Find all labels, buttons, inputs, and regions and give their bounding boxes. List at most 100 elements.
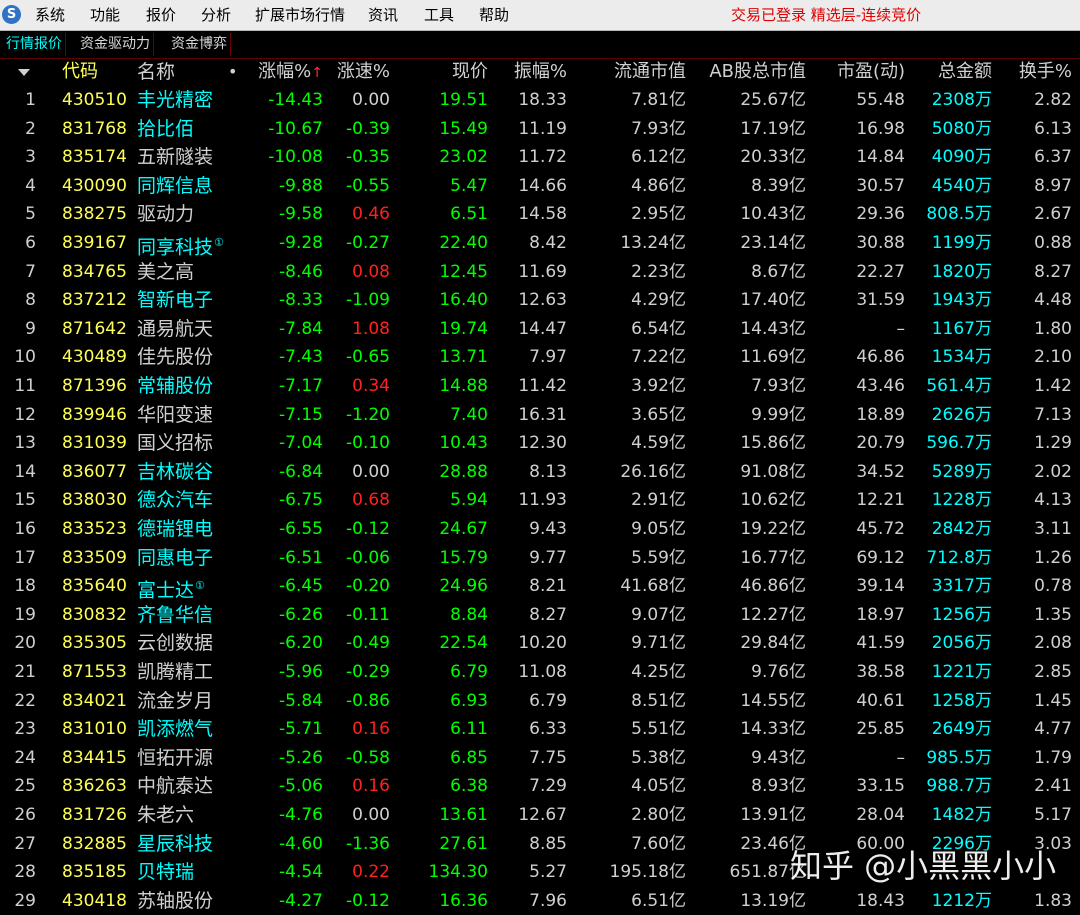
ab-total-market-cap: 46.86亿 xyxy=(740,576,806,597)
menu-tools[interactable]: 工具 xyxy=(424,0,454,30)
stock-name: 同享科技① xyxy=(137,229,247,258)
table-row[interactable]: 12 839946 华阳变速 -7.15 -1.20 7.40 16.31 3.65亿 9.99… xyxy=(0,401,1080,429)
row-index: 28 xyxy=(14,862,36,883)
change-percent: -14.43 xyxy=(268,90,323,110)
table-row[interactable]: 4 430090 同辉信息 -9.88 -0.55 5.47 14.66 4.86亿 8.39亿… xyxy=(0,172,1080,200)
table-row[interactable]: 26 831726 朱老六 -4.76 0.00 13.61 12.67 2.80亿 13.91… xyxy=(0,801,1080,829)
table-row[interactable]: 13 831039 国义招标 -7.04 -0.10 10.43 12.30 4.59亿 15.… xyxy=(0,429,1080,457)
change-percent: -10.67 xyxy=(268,118,323,139)
current-price: 19.74 xyxy=(439,318,488,339)
change-percent: -5.84 xyxy=(279,690,323,711)
sort-menu-icon[interactable] xyxy=(18,69,30,76)
table-row[interactable]: 1 430510 丰光精密 -14.43 0.00 19.51 18.33 7.81亿 25.6… xyxy=(0,86,1080,114)
change-percent: -8.46 xyxy=(279,261,323,282)
table-row[interactable]: 24 834415 恒拓开源 -5.26 -0.58 6.85 7.75 5.38亿 9.43亿… xyxy=(0,744,1080,772)
float-market-cap: 3.92亿 xyxy=(631,376,686,396)
menu-help[interactable]: 帮助 xyxy=(479,0,509,30)
header-price[interactable]: 现价 xyxy=(400,58,488,86)
stock-name: 中航泰达 xyxy=(137,772,247,800)
table-row[interactable]: 14 836077 吉林碳谷 -6.84 0.00 28.88 8.13 26.16亿 91.0… xyxy=(0,458,1080,486)
table-row[interactable]: 21 871553 凯腾精工 -5.96 -0.29 6.79 11.08 4.25亿 9.76… xyxy=(0,658,1080,686)
table-row[interactable]: 7 834765 美之高 -8.46 0.08 12.45 11.69 2.23亿 8.67亿 2… xyxy=(0,258,1080,286)
table-row[interactable]: 5 838275 驱动力 -9.58 0.46 6.51 14.58 2.95亿 10.43亿 2… xyxy=(0,200,1080,228)
change-percent: -6.84 xyxy=(279,461,323,482)
table-row[interactable]: 8 837212 智新电子 -8.33 -1.09 16.40 12.63 4.29亿 17.4… xyxy=(0,286,1080,314)
header-float-cap[interactable]: 流通市值 xyxy=(580,58,686,86)
table-row[interactable]: 6 839167 同享科技① -9.28 -0.27 22.40 8.42 13.24亿 23.… xyxy=(0,229,1080,258)
stock-name: 朱老六 xyxy=(137,801,247,829)
menu-analysis[interactable]: 分析 xyxy=(201,0,231,30)
change-percent: -4.60 xyxy=(279,833,323,854)
row-index: 17 xyxy=(14,547,36,568)
total-amount: 1167万 xyxy=(931,318,992,339)
header-turnover[interactable]: 换手% xyxy=(1000,58,1072,86)
turnover-rate: 2.82 xyxy=(1034,90,1072,110)
total-amount: 1482万 xyxy=(931,805,992,825)
table-row[interactable]: 15 838030 德众汽车 -6.75 0.68 5.94 11.93 2.91亿 10.62… xyxy=(0,486,1080,514)
table-row[interactable]: 16 833523 德瑞锂电 -6.55 -0.12 24.67 9.43 9.05亿 19.2… xyxy=(0,515,1080,543)
turnover-rate: 1.29 xyxy=(1034,433,1072,454)
table-row[interactable]: 9 871642 通易航天 -7.84 1.08 19.74 14.47 6.54亿 14.43… xyxy=(0,315,1080,343)
pe-ratio: 39.14 xyxy=(856,576,905,597)
speed-percent: 0.00 xyxy=(352,90,390,110)
ab-total-market-cap: 25.67亿 xyxy=(740,90,806,110)
header-ab-cap[interactable]: AB股总市值 xyxy=(690,58,806,86)
table-row[interactable]: 10 430489 佳先股份 -7.43 -0.65 13.71 7.97 7.22亿 11.6… xyxy=(0,343,1080,371)
menu-extended-market[interactable]: 扩展市场行情 xyxy=(255,0,345,30)
table-row[interactable]: 19 830832 齐鲁华信 -6.26 -0.11 8.84 8.27 9.07亿 12.27… xyxy=(0,601,1080,629)
table-row[interactable]: 25 836263 中航泰达 -5.06 0.16 6.38 7.29 4.05亿 8.93亿 3… xyxy=(0,772,1080,800)
header-speed[interactable]: 涨速% xyxy=(324,58,390,86)
tab-market-quote[interactable]: 行情报价 xyxy=(3,33,66,56)
header-pe[interactable]: 市盈(动) xyxy=(818,58,905,86)
stock-name-text: 五新隧装 xyxy=(137,146,214,169)
header-change[interactable]: 涨幅%↑ xyxy=(246,58,323,86)
table-row[interactable]: 18 835640 富士达① -6.45 -0.20 24.96 8.21 41.68亿 46.… xyxy=(0,572,1080,601)
pe-ratio: 18.43 xyxy=(856,890,905,911)
change-percent: -9.58 xyxy=(279,204,323,225)
current-price: 27.61 xyxy=(439,833,488,854)
turnover-rate: 1.80 xyxy=(1034,318,1072,339)
tab-fund-driver[interactable]: 资金驱动力 xyxy=(77,33,154,56)
menu-news[interactable]: 资讯 xyxy=(368,0,398,30)
turnover-rate: 2.85 xyxy=(1034,662,1072,682)
table-row[interactable]: 23 831010 凯添燃气 -5.71 0.16 6.11 6.33 5.51亿 14.33亿… xyxy=(0,715,1080,743)
stock-code: 833509 xyxy=(62,547,127,568)
table-row[interactable]: 2 831768 拾比佰 -10.67 -0.39 15.49 11.19 7.93亿 17.1… xyxy=(0,115,1080,143)
menu-quote[interactable]: 报价 xyxy=(146,0,176,30)
table-row[interactable]: 3 835174 五新隧装 -10.08 -0.35 23.02 11.72 6.12亿 20.… xyxy=(0,143,1080,171)
header-amplitude[interactable]: 振幅% xyxy=(497,58,567,86)
pe-ratio: 18.89 xyxy=(856,404,905,425)
header-amount[interactable]: 总金额 xyxy=(912,58,992,86)
float-market-cap: 7.22亿 xyxy=(631,347,686,368)
table-row[interactable]: 20 835305 云创数据 -6.20 -0.49 22.54 10.20 9.71亿 29.… xyxy=(0,629,1080,657)
header-code[interactable]: 代码 xyxy=(62,58,128,86)
speed-percent: -0.49 xyxy=(346,633,390,654)
row-index: 16 xyxy=(14,519,36,539)
menu-bar: S 系统 功能 报价 分析 扩展市场行情 资讯 工具 帮助 交易已登录 精选层-… xyxy=(0,0,1080,31)
amplitude: 8.21 xyxy=(529,576,567,597)
change-percent: -6.26 xyxy=(279,604,323,625)
row-index: 23 xyxy=(14,719,36,740)
amplitude: 7.75 xyxy=(529,747,567,768)
ab-total-market-cap: 14.55亿 xyxy=(740,690,806,711)
quote-table: 代码 名称 • 涨幅%↑ 涨速% 现价 振幅% 流通市值 AB股总市值 市盈(动… xyxy=(0,58,1080,913)
menu-function[interactable]: 功能 xyxy=(90,0,120,30)
row-index: 24 xyxy=(14,747,36,768)
amplitude: 6.79 xyxy=(529,690,567,711)
stock-name-text: 通易航天 xyxy=(137,317,214,340)
current-price: 19.51 xyxy=(439,90,488,110)
table-row[interactable]: 11 871396 常辅股份 -7.17 0.34 14.88 11.42 3.92亿 7.93… xyxy=(0,372,1080,400)
change-percent: -8.33 xyxy=(279,290,323,311)
amplitude: 12.30 xyxy=(518,433,567,454)
table-row[interactable]: 29 430418 苏轴股份 -4.27 -0.12 16.36 7.96 6.51亿 13.1… xyxy=(0,887,1080,915)
tab-fund-game[interactable]: 资金博弈 xyxy=(168,33,231,56)
total-amount: 561.4万 xyxy=(926,376,992,396)
table-row[interactable]: 22 834021 流金岁月 -5.84 -0.86 6.93 6.79 8.51亿 14.55… xyxy=(0,687,1080,715)
table-row[interactable]: 17 833509 同惠电子 -6.51 -0.06 15.79 9.77 5.59亿 16.7… xyxy=(0,544,1080,572)
ab-total-market-cap: 19.22亿 xyxy=(740,519,806,539)
row-index: 20 xyxy=(14,633,36,654)
float-market-cap: 2.95亿 xyxy=(631,204,686,225)
menu-system[interactable]: 系统 xyxy=(35,0,65,30)
speed-percent: 0.16 xyxy=(352,776,390,797)
float-market-cap: 4.25亿 xyxy=(631,662,686,682)
